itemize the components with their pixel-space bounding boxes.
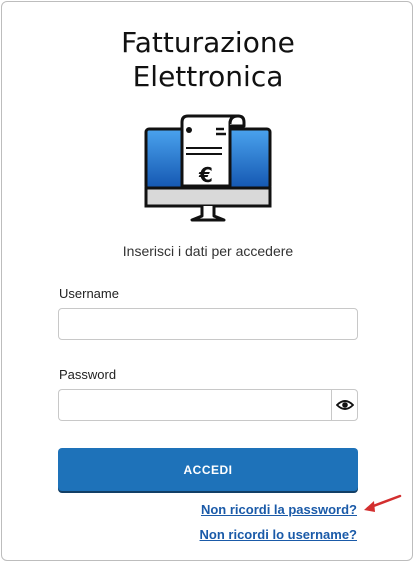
computer-invoice-euro-icon: €	[144, 114, 272, 222]
title-line-2: Elettronica	[132, 60, 284, 93]
login-subtitle: Inserisci i dati per accedere	[122, 243, 294, 259]
password-input[interactable]	[58, 389, 332, 421]
show-password-button[interactable]	[331, 389, 358, 421]
annotation-arrow-icon	[364, 494, 402, 512]
eye-icon	[335, 400, 354, 410]
euro-symbol: €	[198, 163, 213, 187]
password-label: Password	[59, 367, 117, 382]
username-label: Username	[59, 286, 119, 301]
title-line-1: Fatturazione	[121, 26, 295, 59]
login-button[interactable]: ACCEDI	[58, 448, 358, 491]
password-field-group	[58, 389, 358, 421]
app-title: Fatturazione Elettronica	[0, 26, 416, 94]
username-input[interactable]	[58, 308, 358, 340]
forgot-username-link[interactable]: Non ricordi lo username?	[200, 527, 357, 542]
forgot-password-link[interactable]: Non ricordi la password?	[201, 502, 357, 517]
